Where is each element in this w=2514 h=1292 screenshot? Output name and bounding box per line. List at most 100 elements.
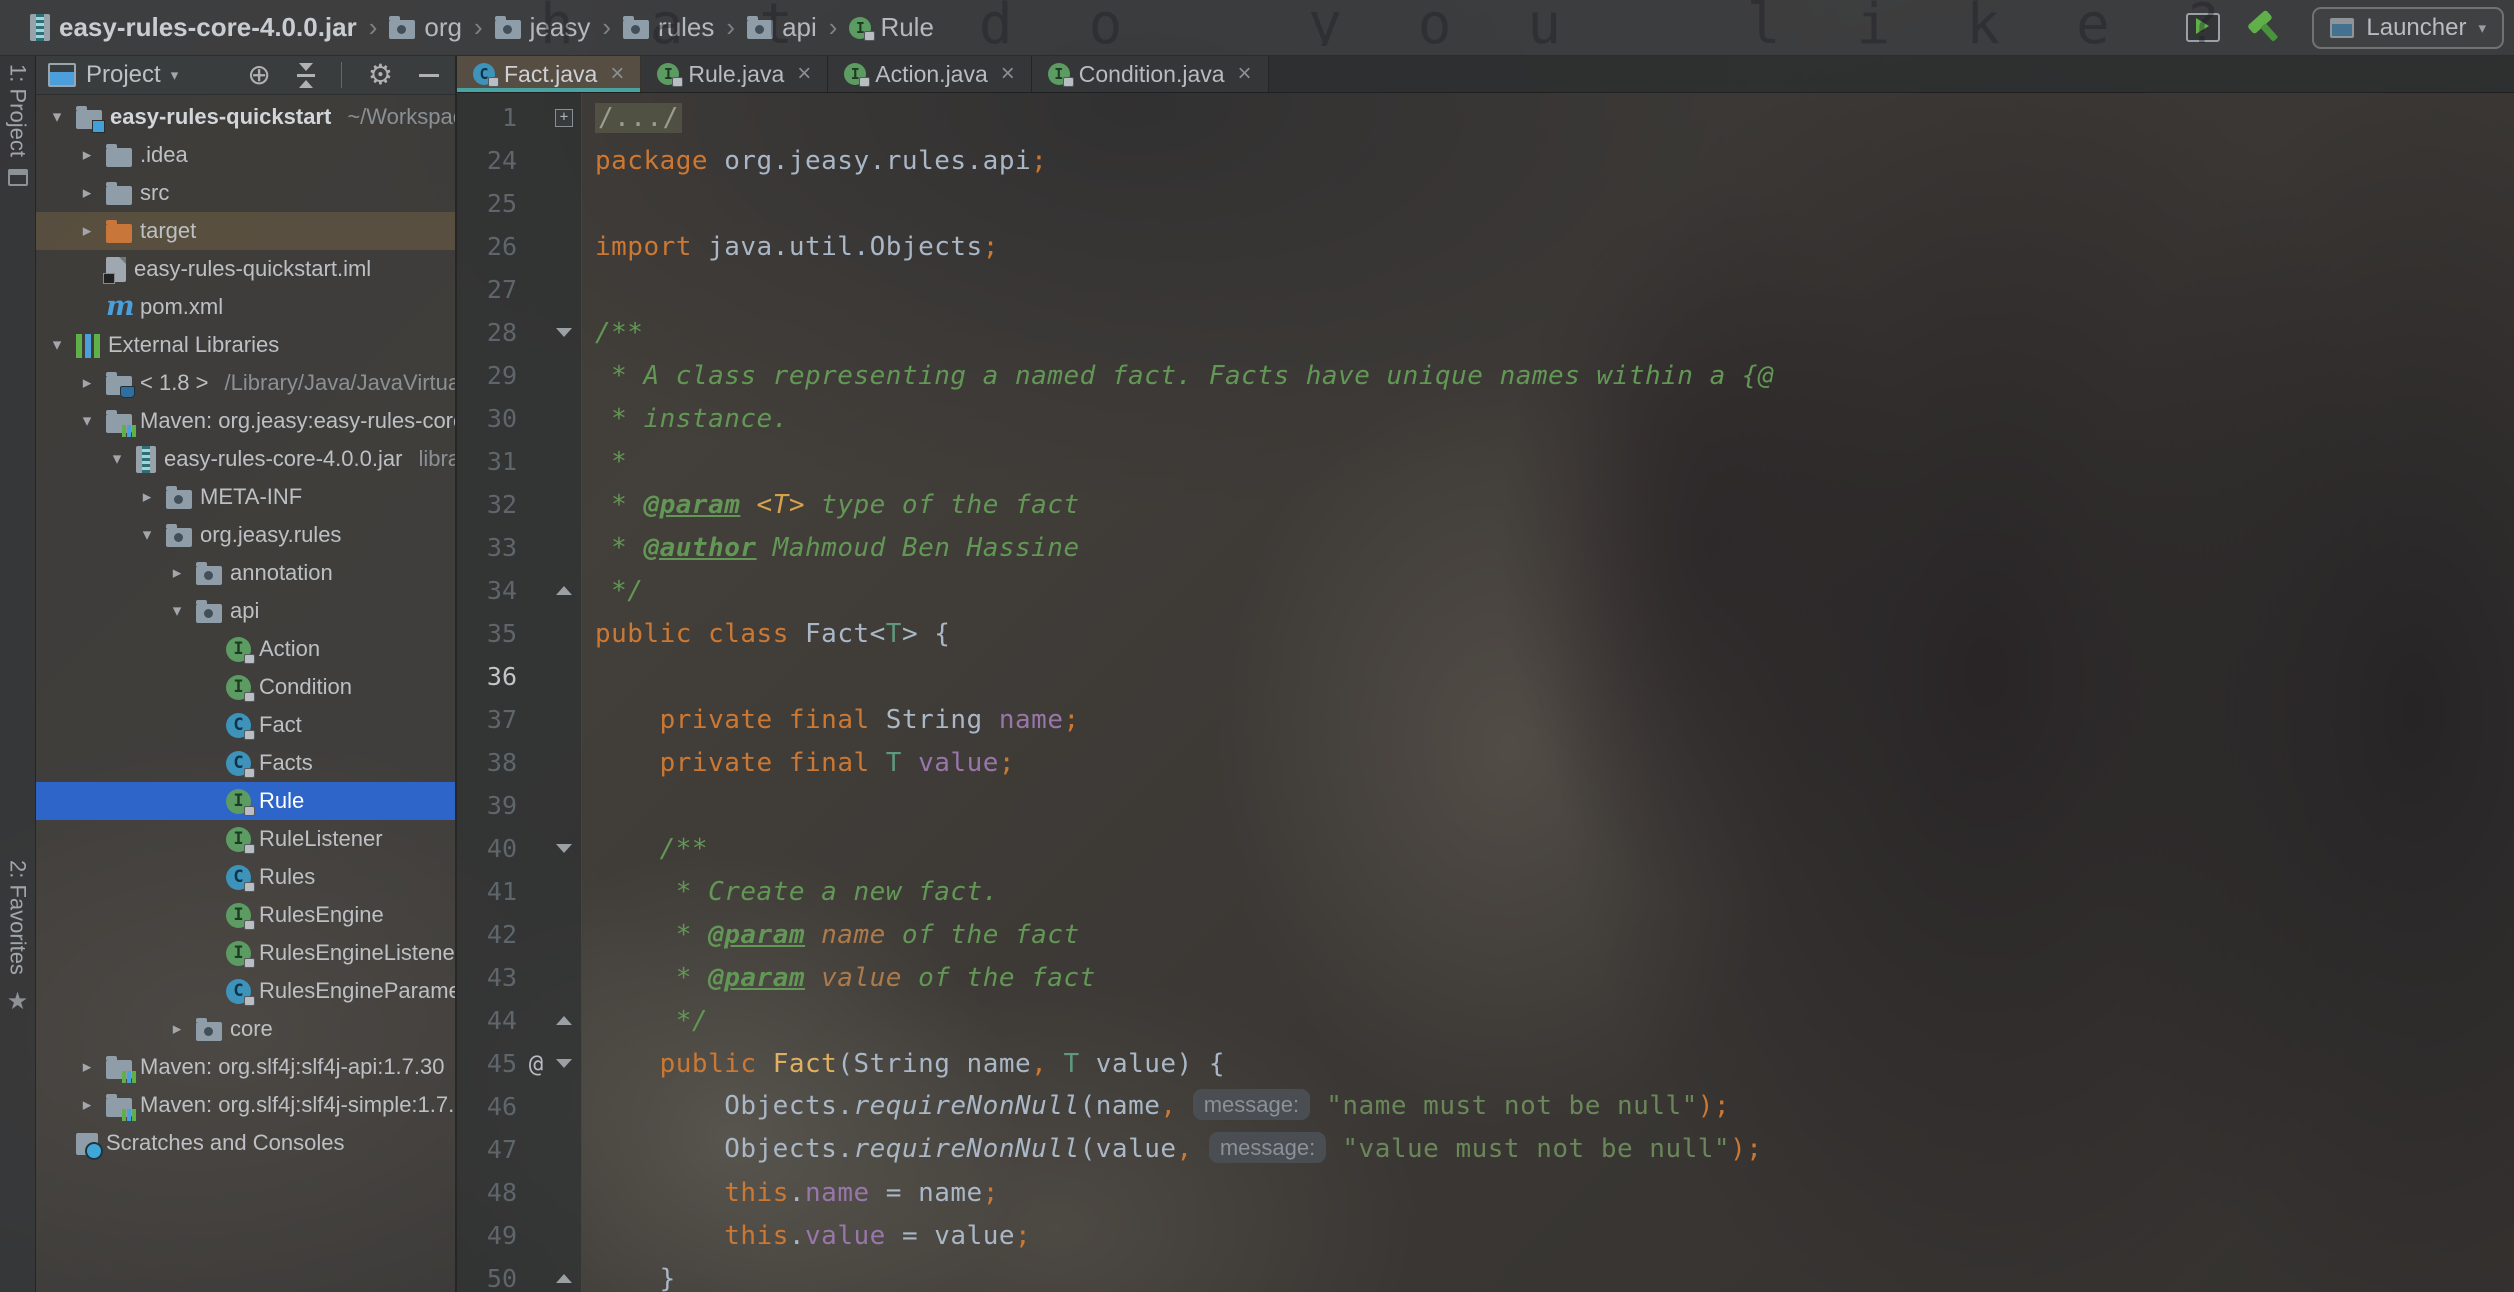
fold-marker-icon[interactable] bbox=[549, 328, 579, 337]
editor[interactable]: CFact.java×IRule.java×IAction.java×ICond… bbox=[457, 56, 2514, 1292]
tree-item-action[interactable]: IAction bbox=[36, 630, 455, 668]
build-hammer-icon[interactable] bbox=[2243, 4, 2290, 51]
gutter-cell: 25 bbox=[457, 182, 581, 225]
project-panel-toolbar: ⊕ ⚙ bbox=[247, 61, 443, 89]
tree-item-org-jeasy-rules[interactable]: ▾org.jeasy.rules bbox=[36, 516, 455, 554]
token-kw: final bbox=[789, 705, 870, 735]
token-docval: name bbox=[805, 920, 886, 950]
tree-item-label: Condition bbox=[259, 674, 352, 700]
tool-button-project[interactable]: 1: Project bbox=[0, 64, 35, 186]
tree-item-fact[interactable]: CFact bbox=[36, 706, 455, 744]
chevron-collapsed-icon[interactable]: ▸ bbox=[76, 1057, 98, 1077]
tree-item-rulelistener[interactable]: IRuleListener bbox=[36, 820, 455, 858]
tree-item-rules[interactable]: CRules bbox=[36, 858, 455, 896]
breadcrumb-item-easy-rules-core-4-0-0-jar[interactable]: easy-rules-core-4.0.0.jar bbox=[30, 12, 357, 43]
breadcrumb-item-org[interactable]: org bbox=[389, 12, 462, 43]
token-doctag: @param bbox=[643, 490, 740, 520]
tree-item-external-libraries[interactable]: ▾External Libraries bbox=[36, 326, 455, 364]
fold-marker-icon[interactable]: + bbox=[549, 109, 579, 127]
tree-item-scratches-and-consoles[interactable]: Scratches and Consoles bbox=[36, 1124, 455, 1162]
chevron-collapsed-icon[interactable]: ▸ bbox=[76, 373, 98, 393]
chevron-expanded-icon[interactable]: ▾ bbox=[46, 335, 68, 355]
breadcrumb-item-jeasy[interactable]: jeasy bbox=[495, 12, 591, 43]
hide-panel-icon[interactable] bbox=[419, 74, 439, 77]
chevron-collapsed-icon[interactable]: ▸ bbox=[76, 183, 98, 203]
breadcrumb-item-api[interactable]: api bbox=[747, 12, 817, 43]
chevron-expanded-icon[interactable]: ▾ bbox=[106, 449, 128, 469]
fold-marker-icon[interactable] bbox=[549, 844, 579, 853]
chevron-collapsed-icon[interactable]: ▸ bbox=[166, 1019, 188, 1039]
tree-item-pom-xml[interactable]: mpom.xml bbox=[36, 288, 455, 326]
tree-item-target[interactable]: ▸target bbox=[36, 212, 455, 250]
tree-item-rulesengineparameters[interactable]: CRulesEngineParameters bbox=[36, 972, 455, 1010]
tree-item-maven-org-slf4j-slf4j-api-1-7-30[interactable]: ▸Maven: org.slf4j:slf4j-api:1.7.30 bbox=[36, 1048, 455, 1086]
interface-icon: I bbox=[226, 637, 251, 662]
chevron-expanded-icon[interactable]: ▾ bbox=[136, 525, 158, 545]
tree-item-annotation[interactable]: ▸annotation bbox=[36, 554, 455, 592]
tree-item-idea[interactable]: ▸.idea bbox=[36, 136, 455, 174]
tree-item-easy-rules-core-4-0-0-jar[interactable]: ▾easy-rules-core-4.0.0.jarlibrary root bbox=[36, 440, 455, 478]
tree-item-condition[interactable]: ICondition bbox=[36, 668, 455, 706]
tree-item-api[interactable]: ▾api bbox=[36, 592, 455, 630]
tree-item-rulesengine[interactable]: IRulesEngine bbox=[36, 896, 455, 934]
tree-item-meta-inf[interactable]: ▸META-INF bbox=[36, 478, 455, 516]
fold-marker-icon[interactable] bbox=[549, 1059, 579, 1068]
tree-item-easy-rules-quickstart[interactable]: ▾easy-rules-quickstart~/Workspace/easy-r… bbox=[36, 98, 455, 136]
breadcrumb-item-rules[interactable]: rules bbox=[623, 12, 714, 43]
settings-gear-icon[interactable]: ⚙ bbox=[368, 61, 393, 89]
token-kw: public bbox=[660, 1049, 757, 1079]
code-text: private final T value; bbox=[581, 748, 1015, 778]
tree-item-rule[interactable]: IRule bbox=[36, 782, 455, 820]
tree-item-rulesenginelistener[interactable]: IRulesEngineListener bbox=[36, 934, 455, 972]
tab-fact-java[interactable]: CFact.java× bbox=[457, 56, 641, 92]
close-tab-icon[interactable]: × bbox=[1001, 60, 1015, 88]
gutter-cell: 37 bbox=[457, 698, 581, 741]
tree-item-core[interactable]: ▸core bbox=[36, 1010, 455, 1048]
tree-item-maven-org-slf4j-slf4j-simple-1-7-30[interactable]: ▸Maven: org.slf4j:slf4j-simple:1.7.30 bbox=[36, 1086, 455, 1124]
chevron-expanded-icon[interactable]: ▾ bbox=[166, 601, 188, 621]
tree-item-src[interactable]: ▸ src bbox=[36, 174, 455, 212]
close-tab-icon[interactable]: × bbox=[797, 60, 811, 88]
fold-marker-icon[interactable] bbox=[549, 586, 579, 595]
tree-item-label: src bbox=[140, 180, 169, 206]
breadcrumb-item-rule[interactable]: IRule bbox=[849, 12, 933, 43]
chevron-collapsed-icon[interactable]: ▸ bbox=[166, 563, 188, 583]
tab-condition-java[interactable]: ICondition.java× bbox=[1032, 56, 1269, 92]
fold-marker-icon[interactable] bbox=[549, 1016, 579, 1025]
close-tab-icon[interactable]: × bbox=[1238, 60, 1252, 88]
chevron-expanded-icon[interactable]: ▾ bbox=[76, 411, 98, 431]
chevron-collapsed-icon[interactable]: ▸ bbox=[76, 1095, 98, 1115]
class-icon: C bbox=[226, 751, 251, 776]
fold-marker-icon[interactable] bbox=[549, 1274, 579, 1283]
tree-item-maven-org-jeasy-easy-rules-core-4-0-0[interactable]: ▾Maven: org.jeasy:easy-rules-core:4.0.0 bbox=[36, 402, 455, 440]
chevron-collapsed-icon[interactable]: ▸ bbox=[76, 221, 98, 241]
close-tab-icon[interactable]: × bbox=[610, 60, 624, 88]
tab-action-java[interactable]: IAction.java× bbox=[828, 56, 1032, 92]
chevron-collapsed-icon[interactable]: ▸ bbox=[76, 145, 98, 165]
tree-item-facts[interactable]: C Facts bbox=[36, 744, 455, 782]
tree-item-extra: /Library/Java/JavaVirtualMachines/jdk1.8 bbox=[225, 370, 455, 396]
tab-rule-java[interactable]: IRule.java× bbox=[641, 56, 828, 92]
token-fld: name bbox=[999, 705, 1064, 735]
gutter-cell: 47 bbox=[457, 1128, 581, 1171]
chevron-down-icon[interactable]: ▾ bbox=[171, 66, 179, 84]
main-area: 1: Project 2: Favorites ★ Project ▾ ⊕ ⚙ bbox=[0, 56, 2514, 1292]
collapse-all-icon[interactable] bbox=[297, 74, 315, 77]
gutter-cell: 35 bbox=[457, 612, 581, 655]
code-area[interactable]: 1+/.../24package org.jeasy.rules.api;252… bbox=[457, 92, 2514, 1292]
token-kw: private bbox=[660, 748, 773, 778]
run-window-icon[interactable] bbox=[2186, 13, 2220, 42]
project-panel-title[interactable]: Project bbox=[86, 61, 161, 89]
code-line-42: 42 * @param name of the fact bbox=[457, 913, 2514, 956]
token-kw: this bbox=[724, 1221, 789, 1251]
tree-item-label: Facts bbox=[259, 750, 313, 776]
tree-item-1-8[interactable]: ▸< 1.8 >/Library/Java/JavaVirtualMachine… bbox=[36, 364, 455, 402]
chevron-expanded-icon[interactable]: ▾ bbox=[46, 107, 68, 127]
launcher-button[interactable]: Launcher ▾ bbox=[2312, 7, 2504, 49]
line-number: 45 bbox=[457, 1049, 523, 1078]
chevron-collapsed-icon[interactable]: ▸ bbox=[136, 487, 158, 507]
locate-icon[interactable]: ⊕ bbox=[247, 61, 270, 89]
tree-item-easy-rules-quickstart-iml[interactable]: easy-rules-quickstart.iml bbox=[36, 250, 455, 288]
tool-button-favorites[interactable]: 2: Favorites ★ bbox=[0, 860, 35, 1016]
token-docval: value bbox=[805, 963, 902, 993]
